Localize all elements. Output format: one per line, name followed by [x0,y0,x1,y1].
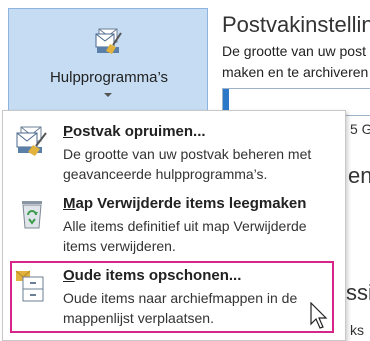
chevron-down-icon [104,93,112,97]
mailbox-cleanup-icon [15,125,49,159]
mouse-pointer-icon [310,301,328,335]
menu-item-mailbox-cleanup[interactable]: Postvak opruimen... De grootte van uw po… [7,119,339,182]
menu-item-description: De grootte van uw postvak beheren met ge… [63,146,312,182]
menu-item-title: Map Verwijderde items leegmaken [63,195,307,212]
menu-item-title: Postvak opruimen... [63,123,206,140]
mailbox-settings-text-line-1: De grootte van uw post [222,43,366,59]
highlight-box [10,261,334,333]
tools-dropdown-menu: Postvak opruimen... De grootte van uw po… [2,110,346,341]
tools-button[interactable]: Hulpprogramma’s [8,8,208,120]
menu-item-empty-deleted-items[interactable]: Map Verwijderde items leegmaken Alle ite… [7,191,339,254]
tools-button-label: Hulpprogramma’s [49,69,169,86]
background-fragment: 5 G [350,121,370,137]
tools-envelope-broom-icon [95,27,125,62]
mailbox-settings-heading: Postvakinstelling [222,12,370,37]
recycle-bin-icon [15,197,49,231]
menu-item-description: Alle items definitief uit map Verwijderd… [63,218,307,254]
background-fragment: en [348,163,370,188]
background-fragment: ks [350,322,364,338]
mailbox-settings-text-line-2: maken en te archiveren [222,64,369,80]
background-fragment: ssi [346,280,370,305]
